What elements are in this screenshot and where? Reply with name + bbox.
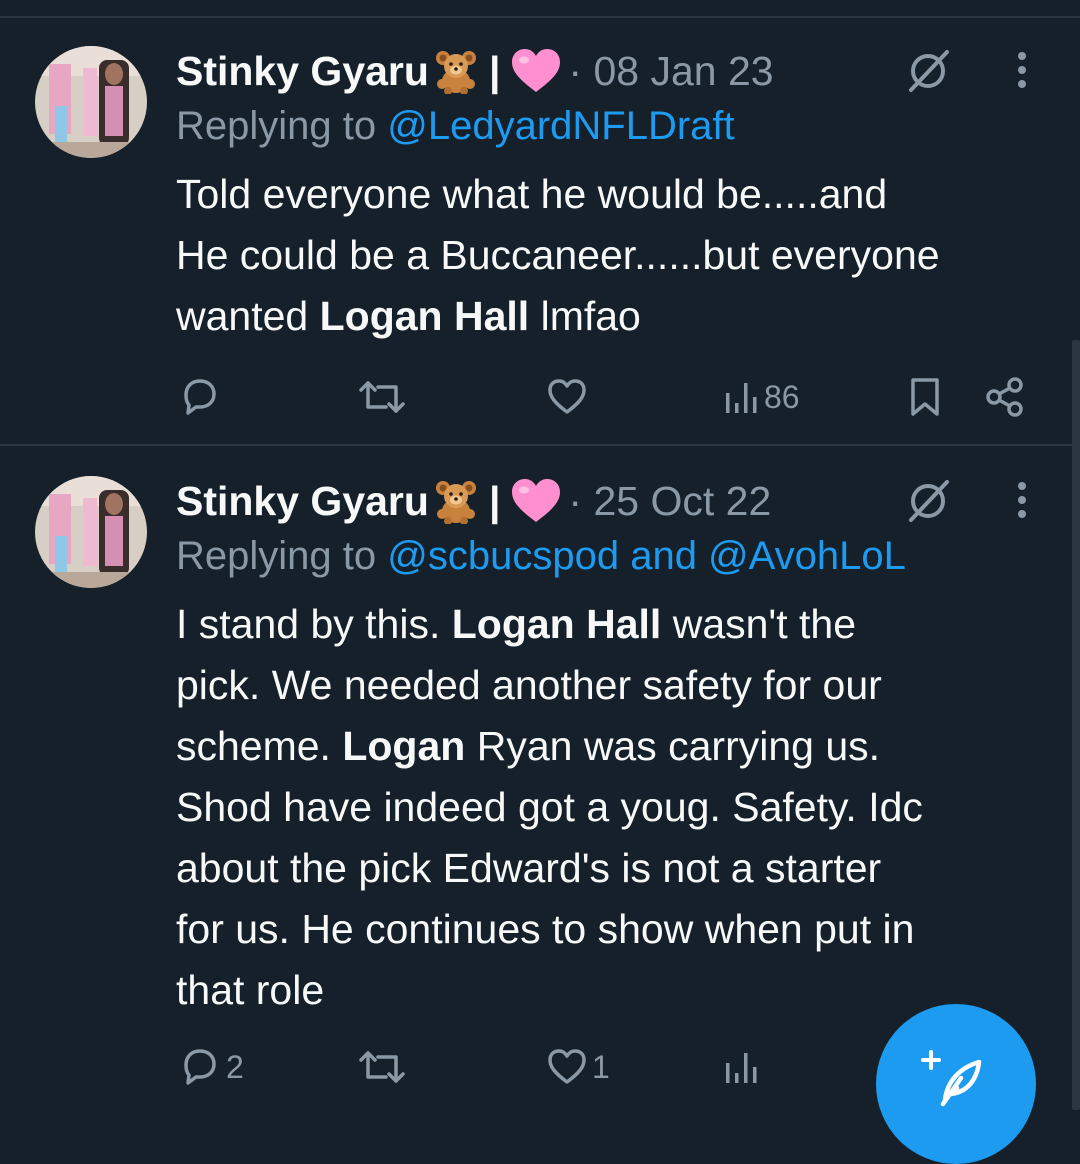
text-segment: I stand by this. [176,601,452,647]
like-button[interactable] [546,372,592,422]
retweet-icon [359,1051,405,1083]
reply-count: 2 [226,1048,244,1085]
heart-icon [548,1049,586,1084]
separator: | [488,477,501,524]
reply-icon [184,1049,216,1085]
text-segment: wasn't the [661,601,857,647]
text-segment: lmfao [529,293,641,339]
tweet-text: I stand by this. Logan Hall wasn't the p… [176,594,1056,1021]
grok-icon[interactable] [905,48,951,94]
tweet-header: Stinky Gyaru | [176,476,771,526]
avatar[interactable] [35,476,147,588]
pink-heart-emoji-icon [510,478,562,524]
tweet-date[interactable]: · 25 Oct 22 [568,478,771,525]
bookmark-icon [911,378,939,416]
reply-button[interactable] [178,372,226,422]
tweet-date[interactable]: · 08 Jan 23 [568,48,773,95]
tweet-actions: 86 [0,372,1080,422]
views-icon [726,383,757,413]
share-icon [986,377,1023,417]
more-vertical-icon[interactable] [1012,478,1032,522]
highlighted-text: Logan [342,723,466,769]
tweet-text-line: I stand by this. Logan Hall wasn't the [176,594,1056,655]
tweet-text: Told everyone what he would be.....and H… [176,164,1056,347]
scrollbar[interactable] [1072,340,1080,1110]
replying-prefix: Replying to [176,104,377,148]
views-count: 86 [764,378,800,415]
heart-icon [548,379,586,414]
author-name[interactable]: Stinky Gyaru [176,48,429,95]
author-name[interactable]: Stinky Gyaru [176,478,429,525]
tweet-text-line: pick. We needed another safety for our [176,662,882,708]
views-button[interactable]: 86 [724,372,800,422]
views-button[interactable] [724,1042,764,1092]
tweet-text-line: for us. He continues to show when put in [176,906,915,952]
reply-handle-link[interactable]: @LedyardNFLDraft [387,104,734,148]
teddy-bear-emoji-icon [433,48,479,94]
reply-icon [184,379,216,415]
replying-to: Replying to @LedyardNFLDraft [176,104,735,149]
tweet[interactable]: Stinky Gyaru | [0,446,1080,1110]
highlighted-text: Logan Hall [451,601,662,647]
replying-prefix: Replying to [176,534,377,578]
highlighted-text: Logan Hall [319,293,530,339]
compose-feather-icon [921,1050,982,1107]
separator: | [488,47,501,94]
text-segment: wanted [176,293,320,339]
retweet-button[interactable] [358,1042,410,1092]
tweet[interactable]: Stinky Gyaru | [0,18,1080,444]
retweet-icon [359,381,405,413]
share-button[interactable] [984,372,1026,422]
views-icon [726,1053,757,1083]
text-segment: Ryan was carrying us. [465,723,881,769]
more-vertical-icon[interactable] [1012,48,1032,92]
tweet-text-line: Told everyone what he would be.....and [176,171,888,217]
tweet-text-line: Shod have indeed got a youg. Safety. Idc [176,784,923,830]
like-count: 1 [592,1048,610,1085]
tweet-text-line: wanted Logan Hall lmfao [176,286,1056,347]
pink-heart-emoji-icon [510,48,562,94]
compose-button[interactable] [876,1004,1036,1164]
reply-button[interactable]: 2 [178,1042,244,1092]
teddy-bear-emoji-icon [433,478,479,524]
tweet-text-line: scheme. Logan Ryan was carrying us. [176,716,1056,777]
bookmark-button[interactable] [908,372,942,422]
tweet-header: Stinky Gyaru | [176,46,774,96]
replying-to: Replying to @scbucspod and @AvohLoL [176,534,906,579]
like-button[interactable]: 1 [546,1042,610,1092]
text-segment: scheme. [176,723,343,769]
tweet-text-line: about the pick Edward's is not a starter [176,845,882,891]
avatar[interactable] [35,46,147,158]
reply-handle-link[interactable]: @scbucspod and @AvohLoL [387,534,906,578]
tweet-text-line: He could be a Buccaneer......but everyon… [176,232,940,278]
grok-icon[interactable] [905,478,951,524]
retweet-button[interactable] [358,372,410,422]
